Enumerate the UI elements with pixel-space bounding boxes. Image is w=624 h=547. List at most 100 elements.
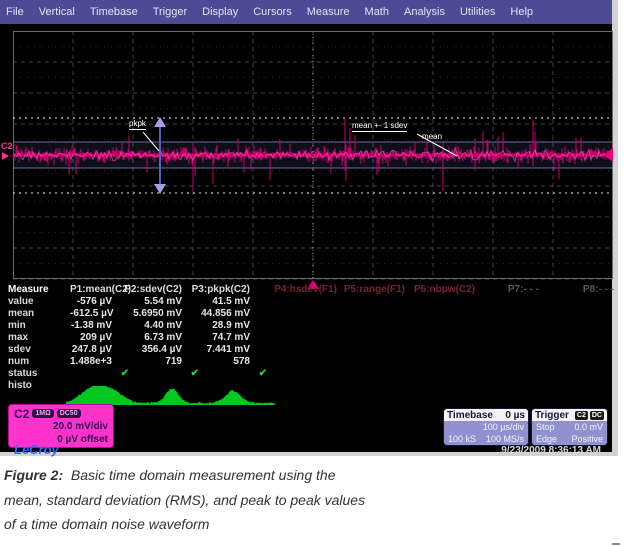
waveform-plot	[13, 31, 613, 291]
timebase-rate: 100 MS/s	[486, 433, 524, 445]
measure-value: 6.73 mV	[115, 332, 185, 344]
trigger-level-icon	[603, 148, 613, 162]
measure-value: 5.54 mV	[115, 296, 185, 308]
trigger-title: Trigger	[535, 410, 569, 421]
measure-value: -612.5 µV	[70, 308, 115, 320]
caption-line-3: of a time domain noise waveform	[4, 512, 365, 537]
oscilloscope-screen: File Vertical Timebase Trigger Display Cursor…	[0, 0, 618, 456]
trigger-type: Edge	[536, 433, 557, 445]
menu-item-analysis[interactable]: Analysis	[404, 6, 445, 18]
figure-caption: Figure 2: Basic time domain measurement …	[4, 463, 365, 537]
status-check-icon: ✔	[132, 368, 202, 380]
coupling-pill-1: 1MΩ	[32, 409, 53, 418]
trigger-descriptor[interactable]: Trigger C2 DC Stop 0.0 mV Edge Positive	[531, 408, 608, 446]
pkpk-annotation: pkpk	[129, 119, 146, 130]
graticule-border	[14, 32, 613, 279]
menu-item-display[interactable]: Display	[202, 6, 238, 18]
trigger-slope: Positive	[571, 433, 603, 445]
param-header-p1[interactable]: P1:mean(C2)	[70, 284, 115, 296]
noise-waveform-bright	[13, 148, 613, 161]
timebase-title: Timebase	[447, 410, 493, 421]
table-row: num1.488e+3719578	[8, 356, 617, 368]
measure-value: -1.38 mV	[70, 320, 115, 332]
pkpk-leader-line	[143, 132, 159, 151]
trigger-source-pill: C2	[575, 411, 588, 420]
pkpk-arrowhead-down-icon	[154, 184, 166, 194]
measure-value: -576 µV	[70, 296, 115, 308]
menu-item-vertical[interactable]: Vertical	[39, 6, 75, 18]
caption-prefix: Figure 2:	[4, 467, 63, 483]
measure-value: 719	[115, 356, 185, 368]
measure-value: 44.856 mV	[185, 308, 253, 320]
measure-value: 28.9 mV	[185, 320, 253, 332]
channel-c2-marker: C2	[1, 141, 13, 151]
measure-table: MeasureP1:mean(C2)P2:sdev(C2)P3:pkpk(C2)…	[8, 284, 617, 392]
measure-row-label: min	[8, 320, 70, 332]
caption-line-2: mean, standard deviation (RMS), and peak…	[4, 488, 365, 513]
trigger-mode: Stop	[536, 421, 555, 433]
mean-sdev-annotation: mean +- 1 sdev	[352, 121, 407, 132]
timebase-position: 0 µs	[505, 410, 525, 421]
page: File Vertical Timebase Trigger Display Cursor…	[0, 0, 624, 547]
channel-c2-level-icon	[2, 152, 9, 160]
menu-item-trigger[interactable]: Trigger	[153, 6, 187, 18]
pkpk-arrowhead-up-icon	[154, 117, 166, 127]
table-row: sdev247.8 µV356.4 µV7.441 mV	[8, 344, 617, 356]
measure-row-label: sdev	[8, 344, 70, 356]
histogram-icon	[66, 384, 276, 406]
measure-value: 5.6950 mV	[115, 308, 185, 320]
menu-item-file[interactable]: File	[6, 6, 24, 18]
coupling-pill-2: DC50	[57, 409, 81, 418]
trigger-level: 0.0 mV	[574, 421, 603, 433]
param-header-p3[interactable]: P3:pkpk(C2)	[185, 284, 253, 296]
status-check-icon: ✔	[87, 368, 132, 380]
channel-scale: 20.0 mV/div	[14, 420, 108, 433]
lecroy-logo: LeCroy	[14, 442, 59, 457]
table-row: MeasureP1:mean(C2)P2:sdev(C2)P3:pkpk(C2)…	[8, 284, 617, 296]
timebase-scale: 100 µs/div	[444, 421, 528, 433]
channel-name: C2	[14, 407, 29, 421]
measure-value: 4.40 mV	[115, 320, 185, 332]
table-row: max209 µV6.73 mV74.7 mV	[8, 332, 617, 344]
measure-value: 578	[185, 356, 253, 368]
measure-row-label: num	[8, 356, 70, 368]
measure-value: 7.441 mV	[185, 344, 253, 356]
table-row: value-576 µV5.54 mV41.5 mV	[8, 296, 617, 308]
page-artifact	[612, 543, 620, 545]
measure-row-label: max	[8, 332, 70, 344]
measure-value: 1.488e+3	[70, 356, 115, 368]
table-row: status✔✔✔	[8, 368, 617, 380]
menu-item-timebase[interactable]: Timebase	[90, 6, 138, 18]
measure-value: 74.7 mV	[185, 332, 253, 344]
datetime-display: 9/23/2009 8:36:13 AM	[501, 445, 601, 456]
measure-value: 209 µV	[70, 332, 115, 344]
status-check-icon: ✔	[202, 368, 270, 380]
menu-item-utilities[interactable]: Utilities	[460, 6, 495, 18]
param-header-p6[interactable]: P6:nbpw(C2)	[408, 284, 478, 296]
mean-annotation: mean	[422, 132, 442, 141]
param-header-p4[interactable]: P4:hsdev(F1)	[253, 284, 340, 296]
measure-row-label: mean	[8, 308, 70, 320]
measure-value: 247.8 µV	[70, 344, 115, 356]
measure-row-label: value	[8, 296, 70, 308]
menu-item-measure[interactable]: Measure	[307, 6, 350, 18]
table-row: min-1.38 mV4.40 mV28.9 mV	[8, 320, 617, 332]
histogram-trace	[66, 386, 275, 405]
menu-item-help[interactable]: Help	[510, 6, 533, 18]
caption-line-1: Figure 2: Basic time domain measurement …	[4, 463, 365, 488]
measure-value: 356.4 µV	[115, 344, 185, 356]
param-header-p2[interactable]: P2:sdev(C2)	[115, 284, 185, 296]
menu-item-math[interactable]: Math	[365, 6, 389, 18]
param-header-p5[interactable]: P5:range(F1)	[340, 284, 408, 296]
trigger-coupling-pill: DC	[590, 411, 604, 420]
measure-row-label: histo	[8, 380, 70, 392]
menu-item-cursors[interactable]: Cursors	[253, 6, 292, 18]
measure-header-label: Measure	[8, 284, 70, 296]
menu-bar: File Vertical Timebase Trigger Display Cursor…	[0, 0, 612, 24]
sdev-band	[13, 142, 613, 168]
timebase-descriptor[interactable]: Timebase 0 µs 100 µs/div 100 kS 100 MS/s	[443, 408, 529, 446]
param-header-p7[interactable]: P7:- - -	[478, 284, 542, 296]
param-header-p8[interactable]: P8:- - -	[542, 284, 617, 296]
timebase-samples: 100 kS	[448, 433, 476, 445]
table-row: mean-612.5 µV5.6950 mV44.856 mV	[8, 308, 617, 320]
